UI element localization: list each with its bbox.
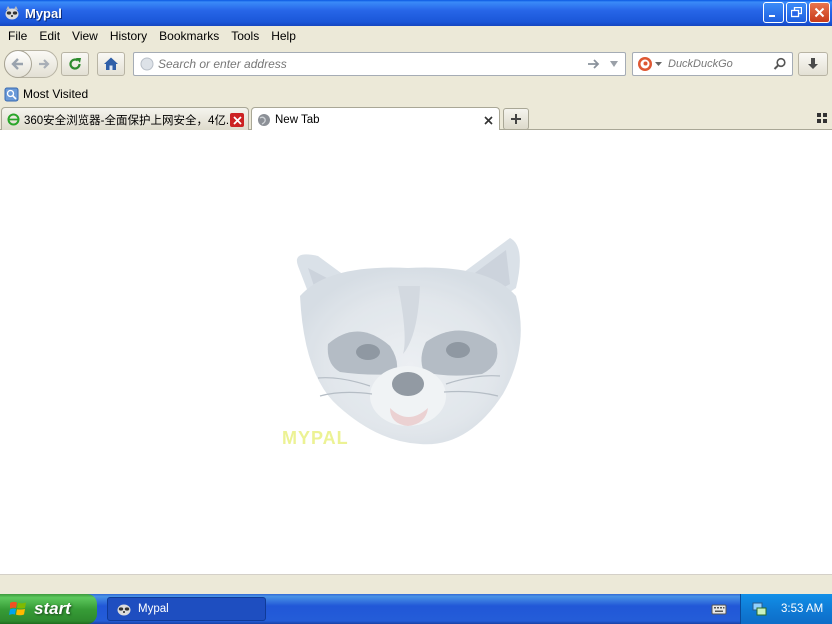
start-label: start [34, 599, 71, 618]
title-bar: Mypal [0, 0, 832, 26]
close-window-button[interactable] [809, 2, 830, 23]
new-tab-button[interactable] [503, 108, 529, 130]
address-input[interactable] [158, 57, 587, 71]
menu-view[interactable]: View [66, 29, 104, 43]
tab-close-button[interactable] [230, 113, 244, 127]
menu-help[interactable]: Help [265, 29, 302, 43]
restore-button[interactable] [786, 2, 807, 23]
status-bar [0, 574, 832, 594]
taskbar-item-mypal[interactable]: Mypal [107, 597, 266, 621]
tab-360-browser[interactable]: 360安全浏览器-全面保护上网安全，4亿... [1, 107, 249, 131]
system-tray: 3:53 AM [740, 594, 832, 624]
start-button[interactable]: start [0, 594, 97, 624]
forward-arrow-icon [39, 59, 50, 69]
close-icon [814, 7, 825, 18]
download-arrow-icon [808, 58, 818, 69]
home-button[interactable] [97, 52, 125, 76]
reload-icon [69, 58, 81, 70]
downloads-button[interactable] [798, 52, 828, 76]
menu-edit[interactable]: Edit [33, 29, 66, 43]
address-bar[interactable] [133, 52, 626, 76]
engine-dropdown-icon[interactable] [655, 61, 662, 67]
search-bar[interactable] [632, 52, 793, 76]
minimize-icon [769, 15, 775, 17]
restore-icon [791, 7, 802, 18]
navigation-toolbar [0, 47, 832, 83]
windows-logo-icon [9, 601, 26, 616]
watermark-text: MYPAL [282, 428, 349, 448]
tab-label: 360安全浏览器-全面保护上网安全，4亿... [24, 114, 230, 127]
most-visited-folder-icon [4, 87, 19, 101]
taskbar: start Mypal 3:53 AM [0, 594, 832, 624]
clock: 3:53 AM [781, 603, 824, 615]
task-label: Mypal [138, 603, 169, 615]
back-button[interactable] [4, 50, 32, 78]
reload-button[interactable] [61, 52, 89, 76]
search-input[interactable] [668, 58, 768, 70]
network-icon[interactable] [751, 601, 767, 617]
tab-label: New Tab [275, 113, 320, 126]
mypal-icon [117, 604, 131, 616]
menu-tools[interactable]: Tools [225, 29, 265, 43]
ie-favicon-icon [7, 113, 20, 126]
menu-file[interactable]: File [2, 29, 33, 43]
globe-favicon-icon [258, 113, 270, 126]
menu-history[interactable]: History [104, 29, 153, 43]
menu-bar: File Edit View History Bookmarks Tools H… [0, 26, 832, 46]
search-icon[interactable] [773, 57, 787, 71]
list-all-tabs-icon[interactable] [816, 112, 828, 124]
dropdown-arrow-icon[interactable] [609, 60, 619, 68]
duckduckgo-icon[interactable] [637, 56, 653, 72]
minimize-button[interactable] [763, 2, 784, 23]
plus-icon [511, 114, 521, 124]
tab-strip: 360安全浏览器-全面保护上网安全，4亿... New Tab [0, 105, 832, 131]
mypal-icon [5, 6, 19, 20]
home-icon [104, 57, 118, 70]
raccoon-watermark-icon [296, 238, 521, 445]
back-arrow-icon [11, 58, 23, 70]
go-arrow-icon[interactable] [587, 58, 601, 70]
page-content: MYPAL [0, 130, 832, 574]
menu-bookmarks[interactable]: Bookmarks [153, 29, 225, 43]
globe-icon [140, 57, 154, 71]
bookmark-label: Most Visited [23, 87, 89, 101]
close-icon [232, 115, 242, 125]
tab-close-button[interactable] [481, 113, 495, 127]
forward-button[interactable] [34, 54, 54, 74]
window-title: Mypal [25, 5, 62, 21]
keyboard-icon[interactable] [711, 601, 727, 617]
bookmarks-toolbar: Most Visited [0, 84, 832, 104]
close-icon [483, 115, 493, 125]
bookmark-most-visited[interactable]: Most Visited [4, 87, 88, 102]
tab-new-tab[interactable]: New Tab [251, 107, 500, 131]
